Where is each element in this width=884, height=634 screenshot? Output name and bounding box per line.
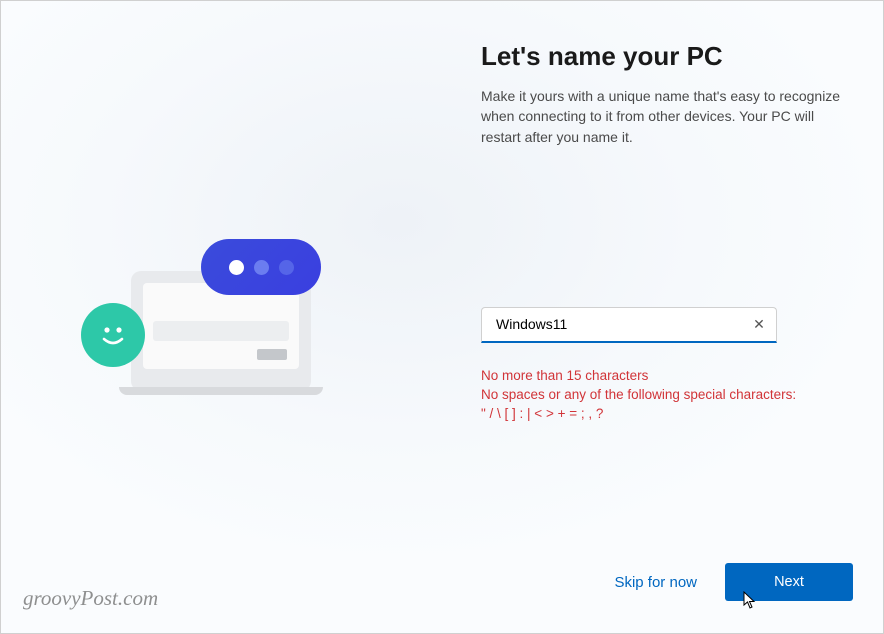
smiley-face-icon	[81, 303, 145, 367]
footer-actions: Skip for now Next	[614, 563, 853, 601]
oobe-page: Let's name your PC Make it yours with a …	[1, 1, 883, 633]
next-button[interactable]: Next	[725, 563, 853, 601]
validation-line: No spaces or any of the following specia…	[481, 386, 841, 405]
illustration	[81, 241, 341, 411]
close-icon: ✕	[753, 316, 765, 333]
typing-dot	[254, 260, 269, 275]
mock-button	[257, 349, 287, 360]
typing-dot	[279, 260, 294, 275]
clear-input-button[interactable]: ✕	[747, 313, 771, 337]
validation-message: No more than 15 characters No spaces or …	[481, 367, 841, 424]
pc-name-input-wrap: ✕	[481, 307, 777, 343]
watermark: groovyPost.com	[23, 586, 158, 611]
validation-line: No more than 15 characters	[481, 367, 841, 386]
laptop-base	[119, 387, 323, 395]
page-title: Let's name your PC	[481, 41, 841, 72]
form-panel: Let's name your PC Make it yours with a …	[481, 41, 841, 424]
chat-bubble-icon	[201, 239, 321, 295]
pc-name-input[interactable]	[481, 307, 777, 343]
validation-line: " / \ [ ] : | < > + = ; , ?	[481, 405, 841, 424]
typing-dot	[229, 260, 244, 275]
page-subtitle: Make it yours with a unique name that's …	[481, 86, 841, 147]
mock-input-bar	[153, 321, 289, 341]
skip-link[interactable]: Skip for now	[614, 574, 697, 591]
